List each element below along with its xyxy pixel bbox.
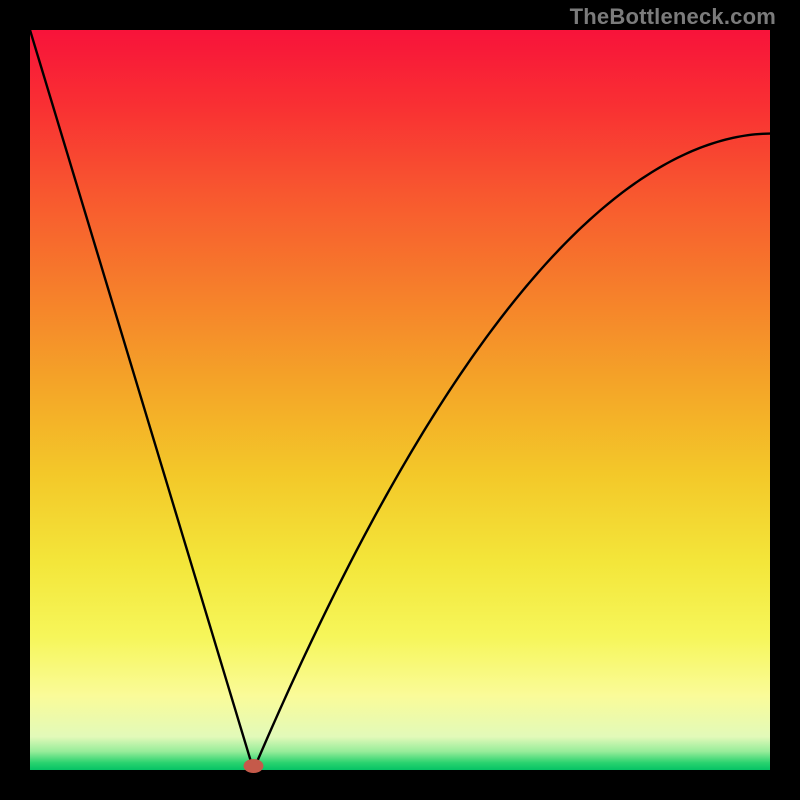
minimum-marker: [243, 759, 263, 773]
chart-frame: TheBottleneck.com: [0, 0, 800, 800]
chart-svg: [0, 0, 800, 800]
watermark-text: TheBottleneck.com: [570, 4, 776, 30]
